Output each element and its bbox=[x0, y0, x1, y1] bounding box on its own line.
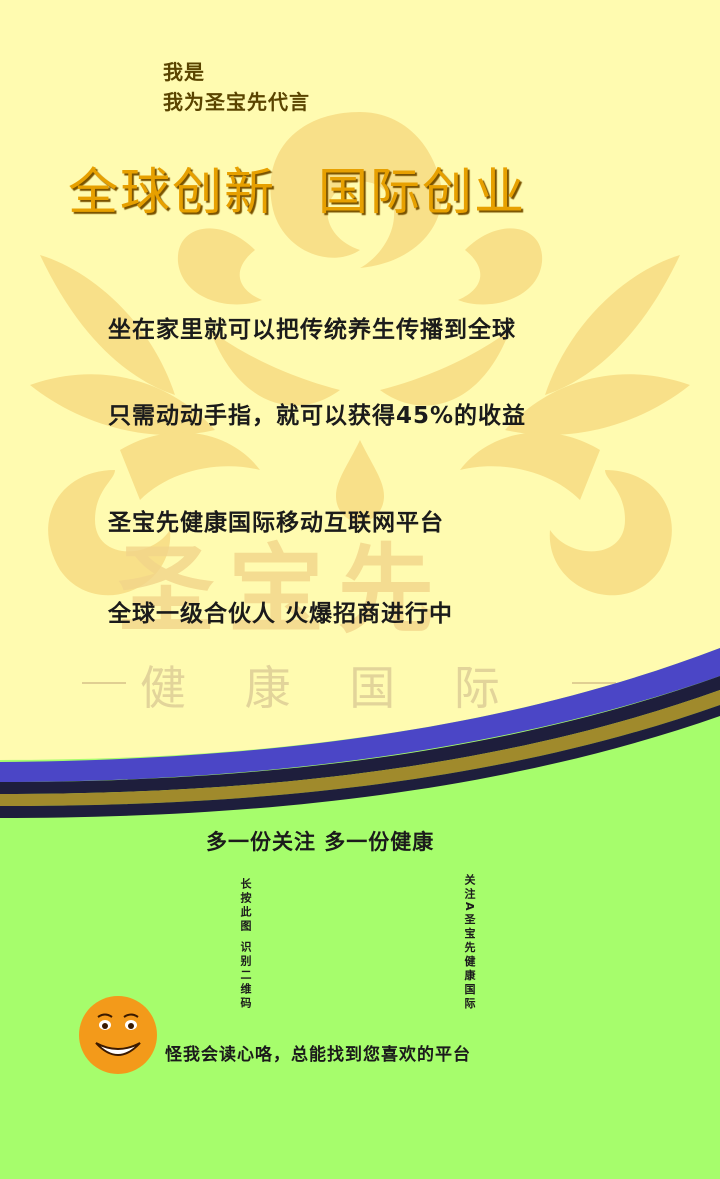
qr-hint-right: 关注A圣宝先健康国际 bbox=[463, 874, 476, 1012]
poster: 圣宝先 健 康 国 际 我是 我为圣宝先代言 全球创新 国际创业 坐在家里就可以把… bbox=[0, 0, 720, 1179]
feature-line-4: 全球一级合伙人 火爆招商进行中 bbox=[108, 601, 454, 627]
smiley-face-icon bbox=[79, 996, 157, 1074]
slogan: 多一份关注 多一份健康 bbox=[206, 830, 435, 854]
intro-line-2: 我为圣宝先代言 bbox=[163, 90, 310, 114]
footer-text: 怪我会读心咯，总能找到您喜欢的平台 bbox=[165, 1045, 471, 1065]
feature-line-2: 只需动动手指，就可以获得45%的收益 bbox=[108, 403, 527, 429]
headline-part-2: 国际创业 bbox=[318, 163, 526, 221]
intro-line-1: 我是 bbox=[163, 60, 205, 84]
headline: 全球创新 国际创业 bbox=[68, 152, 526, 224]
headline-part-1: 全球创新 bbox=[68, 163, 276, 221]
feature-line-3: 圣宝先健康国际移动互联网平台 bbox=[108, 510, 444, 536]
feature-line-1: 坐在家里就可以把传统养生传播到全球 bbox=[108, 317, 516, 343]
watermark-subtitle: 健 康 国 际 bbox=[140, 661, 522, 715]
qr-hint-left: 长按此图 识别二维码 bbox=[239, 878, 252, 1011]
